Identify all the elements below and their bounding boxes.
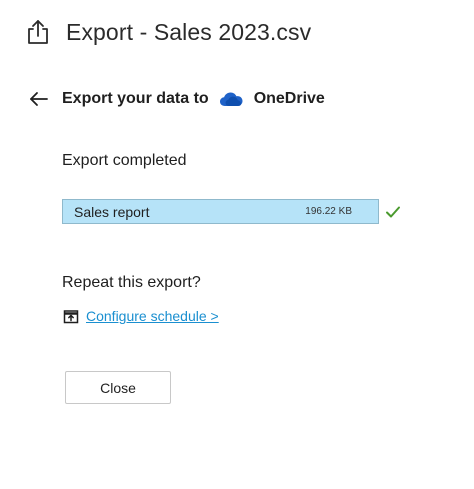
onedrive-cloud-icon (218, 90, 244, 108)
check-icon (385, 205, 401, 219)
exported-file-row: Sales report 196.22 KB (62, 199, 401, 224)
export-dialog: Export - Sales 2023.csv Export your data… (0, 0, 474, 489)
close-button[interactable]: Close (65, 371, 171, 404)
arrow-left-icon[interactable] (28, 88, 50, 110)
export-status-text: Export completed (62, 152, 187, 169)
repeat-export-question: Repeat this export? (62, 274, 201, 291)
exported-file-name: Sales report (74, 203, 150, 220)
calendar-icon (63, 308, 79, 324)
dialog-title: Export - Sales 2023.csv (66, 18, 312, 45)
configure-schedule-link[interactable]: Configure schedule > (86, 308, 219, 324)
destination-lead-text: Export your data to (62, 90, 209, 107)
configure-schedule-row: Configure schedule > (63, 308, 219, 324)
export-share-icon (24, 18, 52, 46)
exported-file-bar: Sales report 196.22 KB (62, 199, 379, 224)
destination-service-name: OneDrive (253, 90, 325, 107)
dialog-header: Export - Sales 2023.csv (24, 14, 311, 50)
export-destination: Export your data to OneDrive (28, 86, 325, 112)
exported-file-size: 196.22 KB (305, 206, 352, 217)
